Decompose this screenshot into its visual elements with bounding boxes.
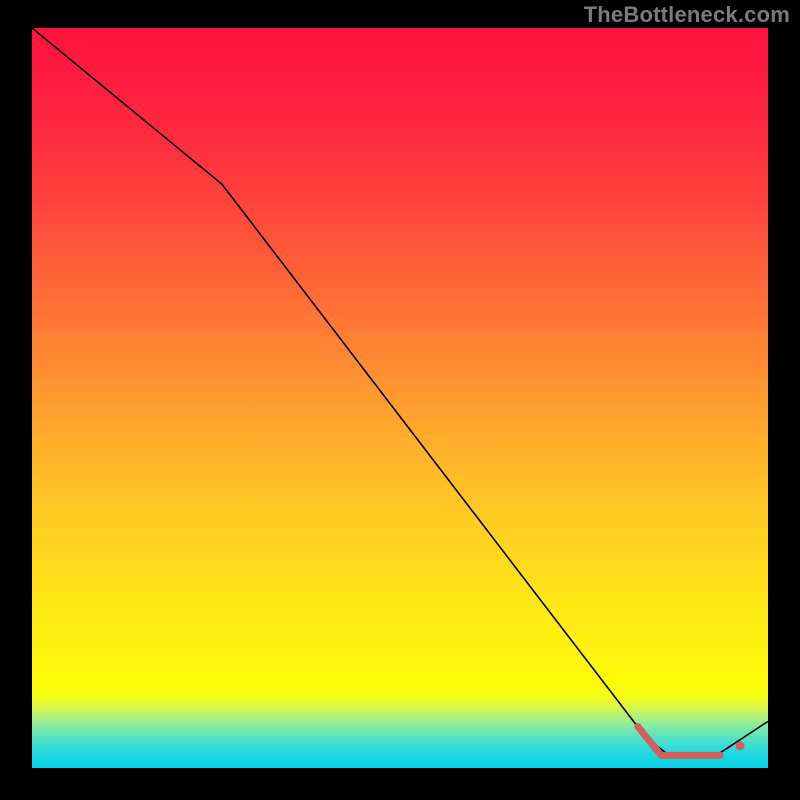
- bottleneck-chart: [0, 0, 800, 800]
- watermark-text: TheBottleneck.com: [584, 2, 790, 28]
- highlight-dot: [736, 741, 745, 750]
- plot-background: [32, 28, 768, 768]
